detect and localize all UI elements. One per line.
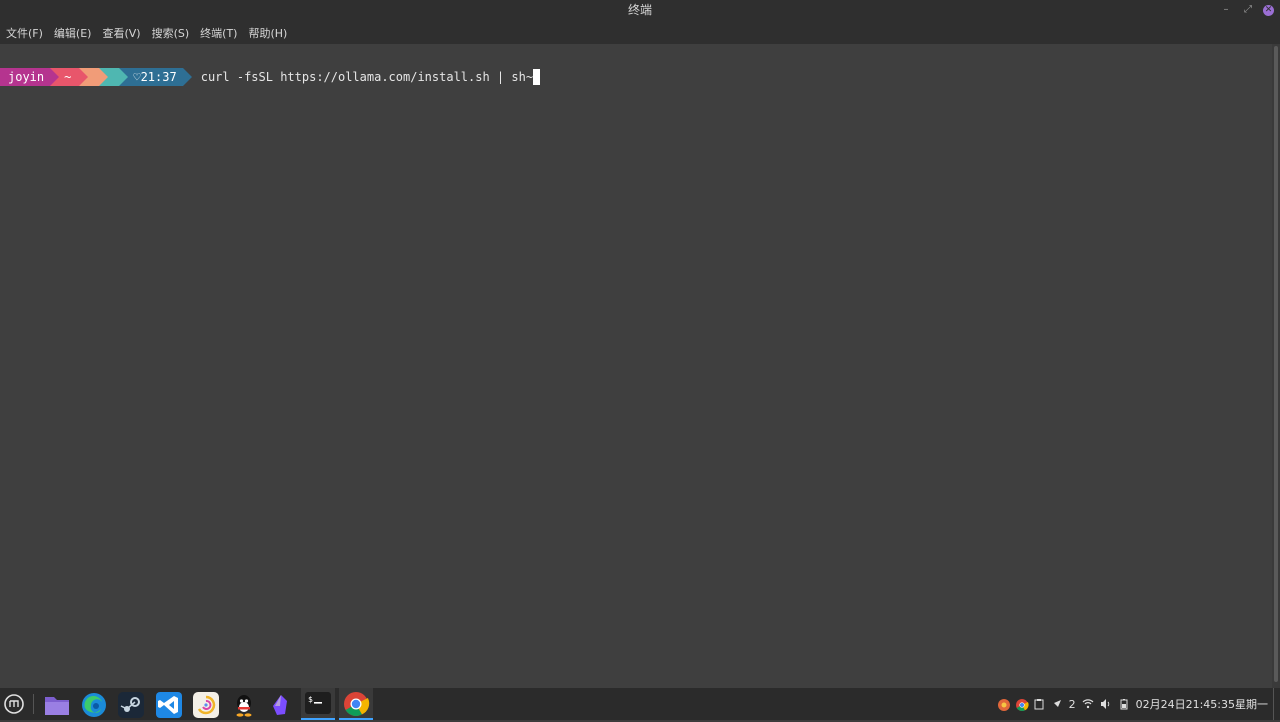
scrollbar[interactable]	[1272, 44, 1280, 688]
command-text[interactable]: curl -fsSL https://ollama.com/install.sh…	[201, 70, 533, 84]
menu-help[interactable]: 帮助(H)	[248, 25, 287, 41]
chrome-tray-icon[interactable]	[1015, 698, 1029, 712]
menu-edit[interactable]: 编辑(E)	[54, 25, 92, 41]
terminal-window: 终端 – ⤢ ✕ 文件(F) 编辑(E) 查看(V) 搜索(S) 终端(T) 帮…	[0, 0, 1280, 688]
steam-icon[interactable]	[118, 692, 144, 718]
menu-bar: 文件(F) 编辑(E) 查看(V) 搜索(S) 终端(T) 帮助(H)	[0, 22, 1280, 44]
minimize-button[interactable]: –	[1219, 3, 1233, 17]
prompt-line: joyin ~ ♡21:37 curl -fsSL https://ollama…	[0, 68, 541, 86]
volume-icon[interactable]	[1100, 698, 1112, 710]
notification-icon[interactable]	[1051, 698, 1063, 710]
obsidian-icon[interactable]	[268, 692, 294, 718]
menu-file[interactable]: 文件(F)	[6, 25, 43, 41]
files-icon[interactable]	[44, 692, 70, 718]
update-manager-icon[interactable]	[997, 698, 1010, 711]
ace-icon[interactable]	[193, 692, 219, 718]
show-desktop-button[interactable]	[1273, 688, 1280, 720]
menu-view[interactable]: 查看(V)	[102, 25, 140, 41]
title-bar[interactable]: 终端 – ⤢ ✕	[0, 0, 1280, 22]
menu-terminal[interactable]: 终端(T)	[200, 25, 237, 41]
terminal-area[interactable]	[0, 44, 1272, 688]
wifi-icon[interactable]	[1082, 698, 1094, 710]
menu-search[interactable]: 搜索(S)	[152, 25, 190, 41]
svg-text:$: $	[308, 695, 313, 704]
clock[interactable]: 02月24日21:45:35星期一	[1136, 696, 1268, 712]
terminal-icon[interactable]: $	[301, 688, 335, 720]
system-tray: 2 02月24日21:45:35星期一	[997, 688, 1268, 720]
close-button[interactable]: ✕	[1263, 4, 1274, 16]
vscode-icon[interactable]	[156, 692, 182, 718]
edge-icon[interactable]	[81, 692, 107, 718]
maximize-button[interactable]: ⤢	[1241, 3, 1255, 17]
clipboard-icon[interactable]	[1033, 698, 1045, 710]
window-controls: – ⤢ ✕	[1219, 2, 1274, 18]
text-cursor	[533, 69, 541, 85]
notification-count: 2	[1068, 697, 1076, 711]
prompt-user-segment: joyin	[0, 68, 60, 86]
battery-icon[interactable]	[1118, 698, 1130, 710]
window-title: 终端	[627, 3, 652, 17]
chrome-icon[interactable]	[339, 688, 373, 720]
menu-icon[interactable]	[3, 693, 25, 715]
prompt-time-segment: ♡21:37	[119, 68, 193, 86]
qq-icon[interactable]	[231, 692, 257, 718]
scrollbar-thumb[interactable]	[1274, 46, 1278, 682]
